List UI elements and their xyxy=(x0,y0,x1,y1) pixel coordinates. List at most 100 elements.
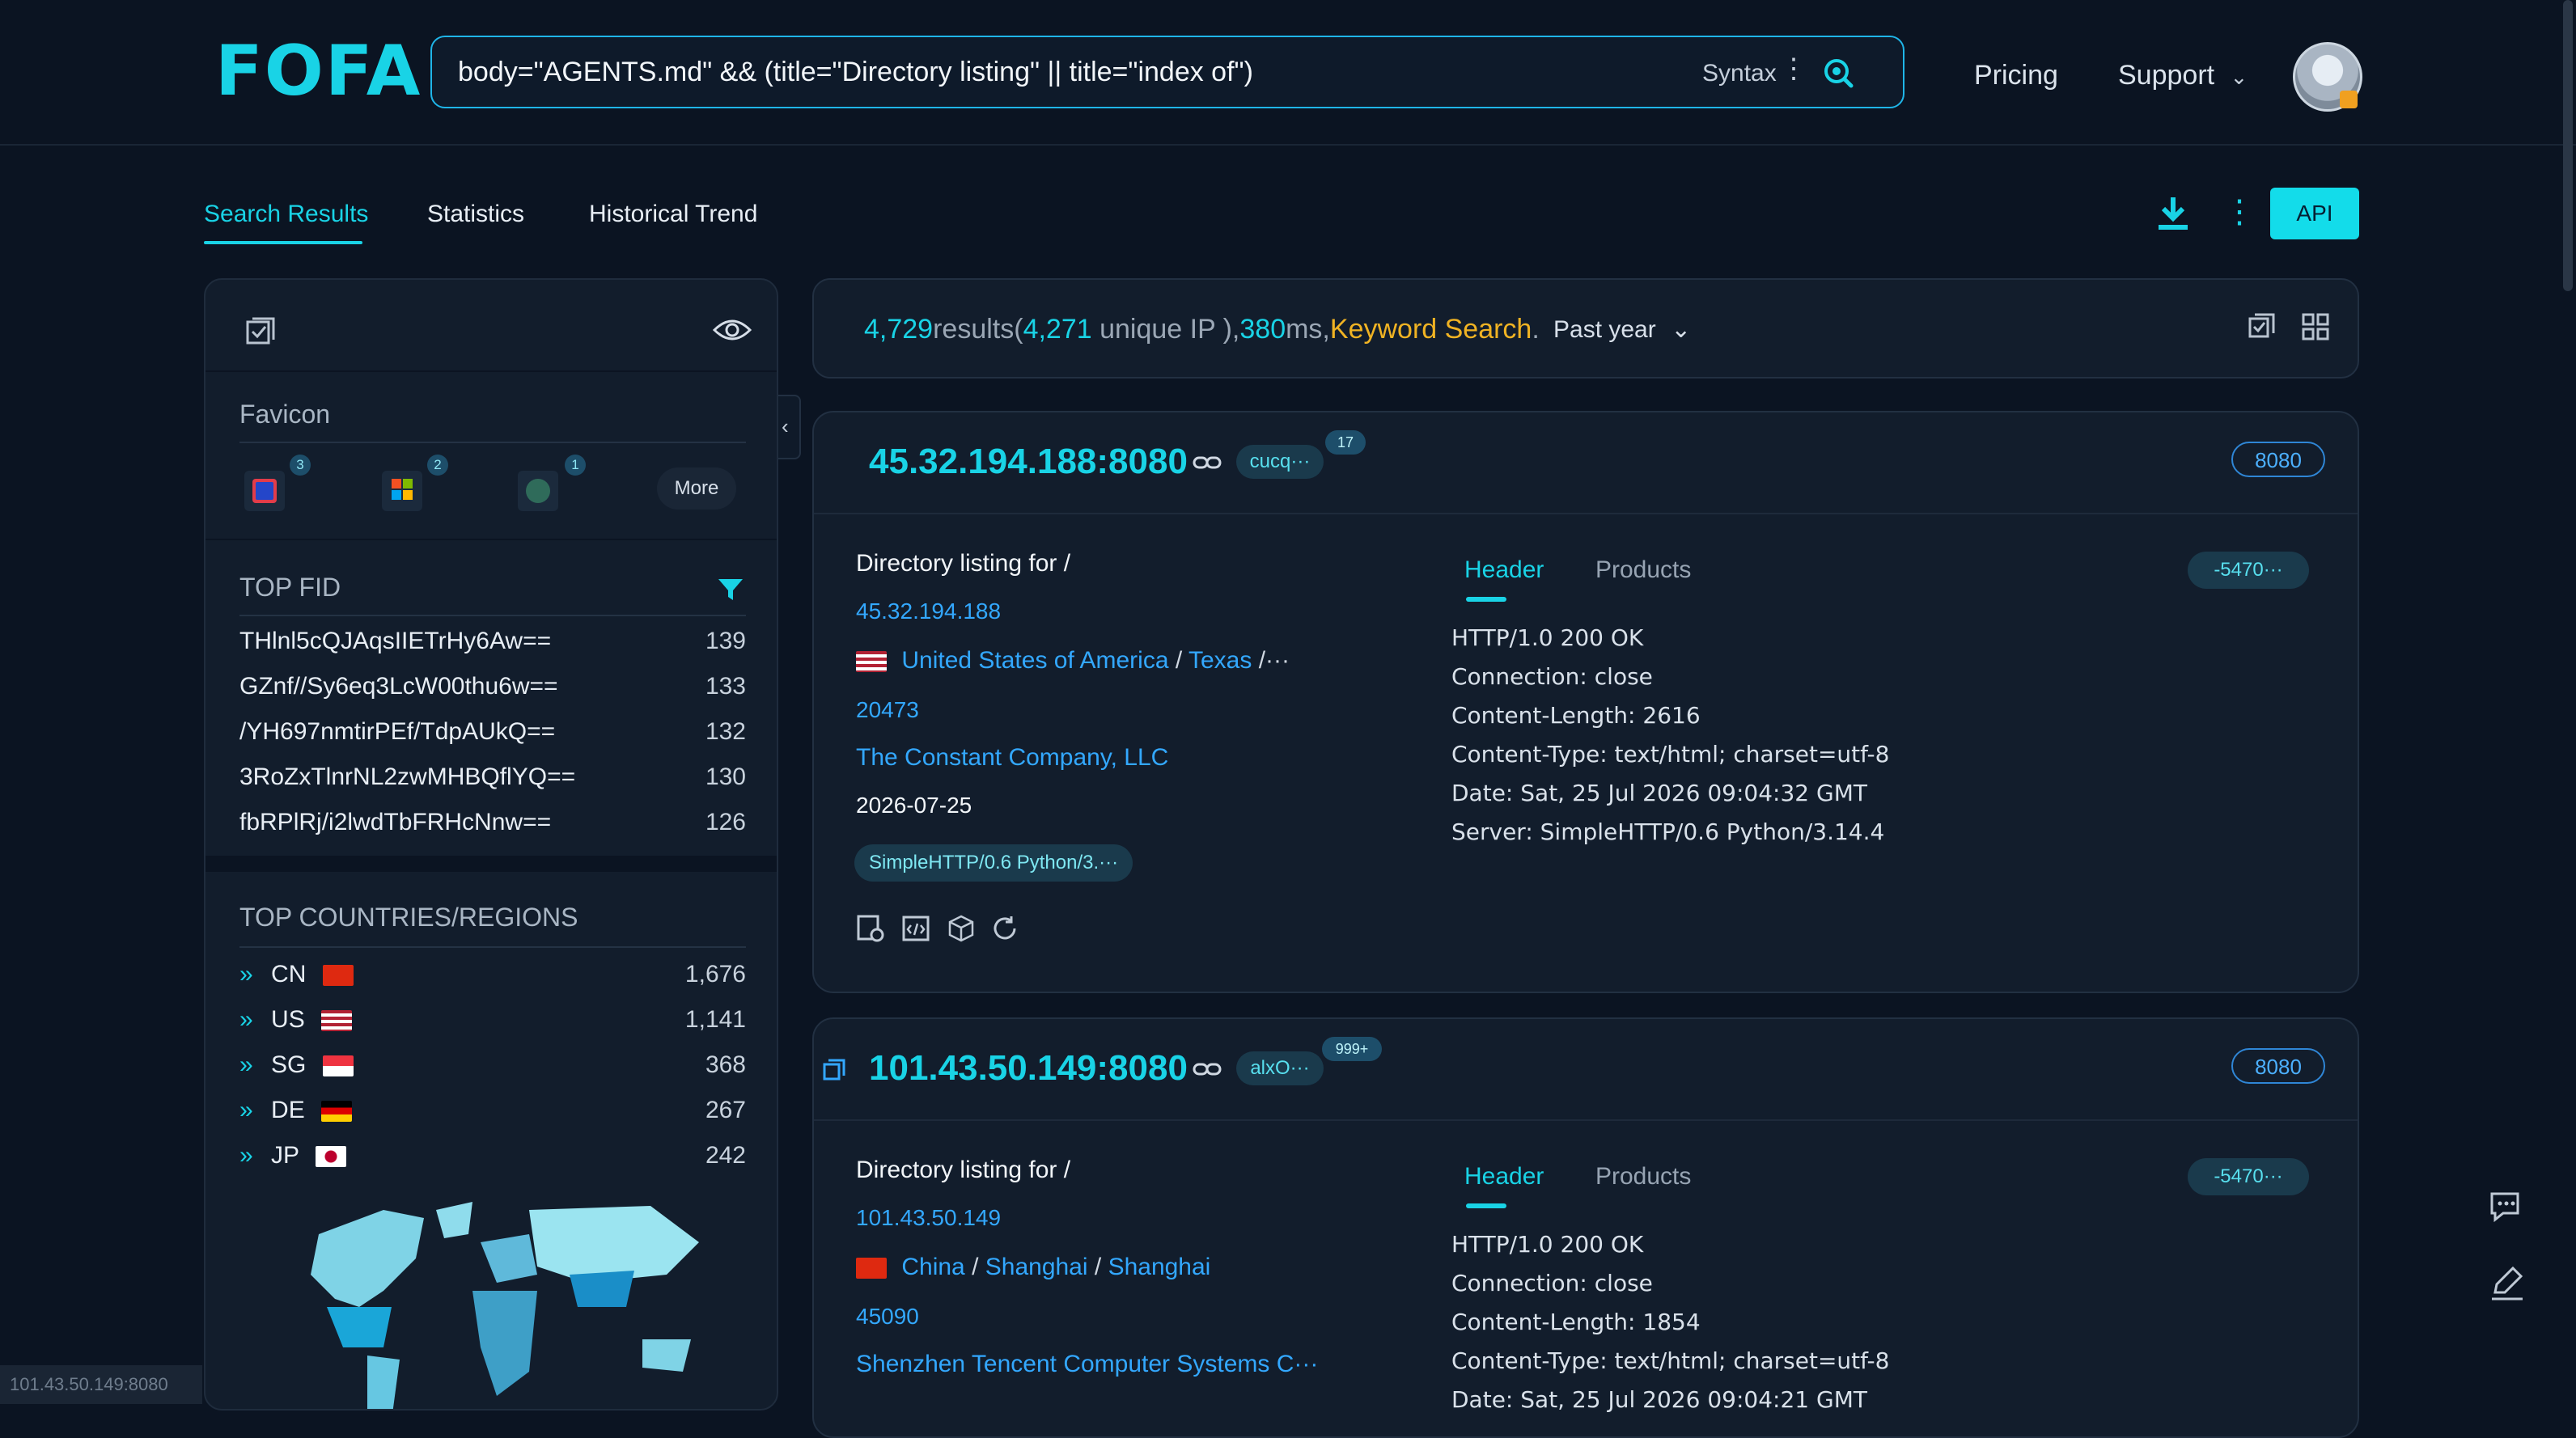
eye-icon[interactable] xyxy=(712,317,752,343)
time-range-select[interactable]: Past year ⌄ xyxy=(1553,315,1691,344)
filter-icon[interactable] xyxy=(717,576,744,603)
favicon-item[interactable] xyxy=(518,471,558,511)
country-code: JP xyxy=(271,1142,299,1169)
country-link[interactable]: United States of America xyxy=(901,647,1168,674)
tab-historical-trend[interactable]: Historical Trend xyxy=(589,201,757,228)
search-bar[interactable]: body="AGENTS.md" && (title="Directory li… xyxy=(430,36,1904,108)
fid-value: THlnl5cQJAqsIIETrHy6Aw== xyxy=(239,628,552,654)
chevron-left-icon: ‹ xyxy=(782,414,789,438)
favicon-item[interactable] xyxy=(244,471,285,511)
fid-value: 3RoZxTlnrNL2zwMHBQflYQ== xyxy=(239,763,576,790)
cert-icon[interactable] xyxy=(856,914,885,943)
link-icon[interactable] xyxy=(1193,1059,1222,1079)
favicon-count-badge: 1 xyxy=(565,455,586,476)
hash-pill[interactable]: -5470··· xyxy=(2188,552,2309,589)
select-all-icon[interactable] xyxy=(244,315,277,348)
asn-link[interactable]: 20473 xyxy=(856,697,919,723)
city-link[interactable]: Shanghai xyxy=(1108,1254,1211,1280)
search-icon[interactable] xyxy=(1820,55,1856,91)
world-map[interactable] xyxy=(262,1186,715,1411)
fid-row[interactable]: GZnf//Sy6eq3LcW00thu6w== 133 xyxy=(239,673,746,700)
windows-favicon-tile xyxy=(392,490,401,500)
refresh-icon[interactable] xyxy=(990,914,1019,943)
result-ip-port[interactable]: 101.43.50.149:8080 xyxy=(869,1048,1188,1089)
hash-pill[interactable]: -5470··· xyxy=(2188,1158,2309,1195)
fid-value: /YH697nmtirPEf/TdpAUkQ== xyxy=(239,718,556,745)
favicon-heading: Favicon xyxy=(239,400,331,429)
time-range-value: Past year xyxy=(1553,316,1656,343)
html-source-icon[interactable] xyxy=(901,914,930,943)
domain-pill[interactable]: alxO··· xyxy=(1236,1051,1324,1085)
org-link[interactable]: The Constant Company, LLC xyxy=(856,744,1168,772)
result-ip-link[interactable]: 45.32.194.188 xyxy=(856,598,1001,624)
query-time: 380 xyxy=(1239,314,1286,345)
country-count: 368 xyxy=(705,1051,746,1078)
tab-statistics[interactable]: Statistics xyxy=(427,201,524,228)
country-row[interactable]: » US 1,141 xyxy=(239,1006,746,1034)
header-line: Content-Length: 2616 xyxy=(1451,702,1701,729)
result-ip-link[interactable]: 101.43.50.149 xyxy=(856,1205,1001,1231)
collapse-sidebar-button[interactable]: ‹ xyxy=(778,395,801,459)
region-link[interactable]: Texas xyxy=(1188,647,1252,674)
country-link[interactable]: China xyxy=(901,1254,964,1280)
country-row[interactable]: » SG 368 xyxy=(239,1051,746,1079)
tab-header[interactable]: Header xyxy=(1464,556,1544,584)
port-badge[interactable]: 8080 xyxy=(2231,442,2325,477)
fid-count: 130 xyxy=(705,763,746,790)
batch-select-icon[interactable] xyxy=(2248,312,2277,341)
sidebar-divider xyxy=(205,539,777,540)
active-tab-indicator xyxy=(204,241,362,244)
expand-icon: » xyxy=(239,1142,253,1169)
expand-icon: » xyxy=(239,1006,253,1033)
edit-icon[interactable] xyxy=(2485,1262,2529,1305)
filter-sidebar: Favicon 3 2 1 More TOP FID THlnl5cQJAqsI… xyxy=(204,278,778,1411)
fid-row[interactable]: fbRPlRj/i2lwdTbFRHcNnw== 126 xyxy=(239,809,746,836)
result-ip-port[interactable]: 45.32.194.188:8080 xyxy=(869,442,1188,482)
api-button[interactable]: API xyxy=(2270,188,2359,239)
tab-products[interactable]: Products xyxy=(1595,1163,1691,1191)
countries-underline xyxy=(239,946,746,948)
country-code: SG xyxy=(271,1051,307,1078)
fid-row[interactable]: THlnl5cQJAqsIIETrHy6Aw== 139 xyxy=(239,628,746,655)
asn-link[interactable]: 45090 xyxy=(856,1304,919,1330)
fid-row[interactable]: /YH697nmtirPEf/TdpAUkQ== 132 xyxy=(239,718,746,746)
pricing-link[interactable]: Pricing xyxy=(1974,60,2058,91)
syntax-button[interactable]: Syntax xyxy=(1702,60,1777,87)
org-link[interactable]: Shenzhen Tencent Computer Systems C··· xyxy=(856,1351,1318,1378)
support-menu[interactable]: Support ⌄ xyxy=(2118,60,2248,91)
server-tag[interactable]: SimpleHTTP/0.6 Python/3.··· xyxy=(854,844,1133,882)
port-badge[interactable]: 8080 xyxy=(2231,1048,2325,1084)
country-row[interactable]: » CN 1,676 xyxy=(239,961,746,988)
copy-icon[interactable] xyxy=(822,1058,846,1082)
domain-count-badge: 999+ xyxy=(1322,1037,1382,1061)
country-count: 242 xyxy=(705,1142,746,1169)
tab-products[interactable]: Products xyxy=(1595,556,1691,584)
more-options-icon[interactable]: ⋮ xyxy=(1780,55,1807,82)
japan-flag-icon xyxy=(315,1146,346,1168)
region-link[interactable]: Shanghai xyxy=(985,1254,1088,1280)
tab-search-results[interactable]: Search Results xyxy=(204,201,368,228)
search-input[interactable]: body="AGENTS.md" && (title="Directory li… xyxy=(458,57,1253,88)
link-icon[interactable] xyxy=(1193,453,1222,472)
grid-view-icon[interactable] xyxy=(2301,312,2330,341)
domain-pill[interactable]: cucq··· xyxy=(1236,445,1324,479)
country-row[interactable]: » DE 267 xyxy=(239,1097,746,1124)
favicon-item[interactable] xyxy=(382,471,422,511)
result-card: 45.32.194.188:8080 cucq··· 17 8080 Direc… xyxy=(812,411,2359,993)
tab-header[interactable]: Header xyxy=(1464,1163,1544,1191)
scrollbar[interactable] xyxy=(2563,0,2573,291)
toolbar-more-icon[interactable]: ⋮ xyxy=(2223,196,2256,228)
fid-row[interactable]: 3RoZxTlnrNL2zwMHBQflYQ== 130 xyxy=(239,763,746,791)
favicon-more-button[interactable]: More xyxy=(657,467,736,510)
cube-icon[interactable] xyxy=(947,914,976,943)
country-row[interactable]: » JP 242 xyxy=(239,1142,746,1169)
singapore-flag-icon xyxy=(322,1055,354,1077)
download-icon[interactable] xyxy=(2155,194,2191,231)
nginx-favicon-icon xyxy=(526,479,550,503)
chat-icon[interactable] xyxy=(2485,1186,2529,1229)
fid-count: 126 xyxy=(705,809,746,835)
fofa-logo[interactable]: FOFA xyxy=(215,31,422,112)
us-flag-icon xyxy=(856,651,887,673)
location-separator: / xyxy=(972,1254,985,1280)
result-title: Directory listing for / xyxy=(856,1157,1071,1183)
